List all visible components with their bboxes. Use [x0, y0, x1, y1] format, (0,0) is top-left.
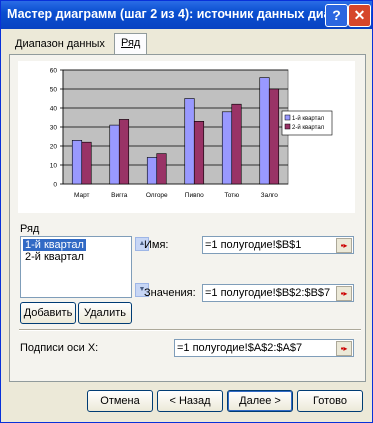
bar — [81, 141, 92, 185]
series-name-value: =1 полугодие!$B$1 — [205, 239, 302, 251]
chart-wizard-dialog: Мастер диаграмм (шаг 2 из 4): источник д… — [0, 0, 373, 423]
bar — [184, 98, 195, 185]
x-labels-value: =1 полугодие!$A$2:$A$7 — [177, 342, 303, 354]
range-select-icon[interactable]: ▪▸ — [336, 238, 352, 253]
bar — [268, 88, 280, 185]
range-select-icon[interactable]: ▪▸ — [336, 286, 352, 301]
series-name-field[interactable]: =1 полугодие!$B$1 ▪▸ — [202, 236, 354, 254]
legend — [281, 110, 333, 136]
x-tick-label: Вигга — [111, 192, 128, 199]
y-tick-label: 40 — [50, 106, 58, 113]
x-tick-label: Пивпо — [185, 192, 204, 199]
bar — [259, 77, 270, 185]
window-title: Мастер диаграмм (шаг 2 из 4): источник д… — [7, 7, 344, 21]
bar — [109, 124, 120, 185]
delete-series-button[interactable]: Удалить — [78, 302, 132, 324]
finish-button[interactable]: Готово — [297, 390, 363, 412]
bar — [231, 103, 242, 185]
next-button[interactable]: Далее > — [227, 390, 293, 412]
series-values-label: Значения: — [144, 287, 196, 299]
title-bar[interactable]: Мастер диаграмм (шаг 2 из 4): источник д… — [1, 1, 372, 29]
bar — [118, 119, 130, 185]
back-button[interactable]: < Назад — [157, 390, 223, 412]
y-tick-label: 30 — [50, 125, 58, 132]
series-group-label: Ряд — [20, 223, 40, 235]
bar — [156, 153, 167, 185]
y-tick-label: 10 — [50, 163, 58, 170]
x-tick-label: Олгоре — [146, 192, 168, 199]
y-tick-label: 60 — [50, 68, 58, 75]
y-tick-label: 20 — [50, 144, 58, 151]
series-values-value: =1 полугодие!$B$2:$B$7 — [205, 287, 331, 299]
x-tick-label: Залго — [261, 192, 279, 199]
x-labels-label: Подписи оси X: — [20, 342, 99, 354]
series-name-label: Имя: — [144, 239, 169, 251]
legend-label: 1-й квартал — [292, 115, 325, 122]
tab-data-range[interactable]: Диапазон данных — [9, 35, 111, 53]
legend-swatch — [284, 114, 291, 121]
tab-series-label: Ряд — [121, 37, 141, 49]
close-button[interactable]: ✕ — [348, 4, 371, 27]
y-tick-label: 50 — [50, 87, 58, 94]
bar — [193, 120, 205, 185]
series-values-field[interactable]: =1 полугодие!$B$2:$B$7 ▪▸ — [202, 284, 354, 302]
x-labels-field[interactable]: =1 полугодие!$A$2:$A$7 ▪▸ — [174, 339, 354, 357]
x-tick-label: Март — [74, 192, 90, 199]
tab-strip: Диапазон данных Ряд — [1, 33, 372, 55]
bar — [221, 111, 233, 185]
series-list-item[interactable]: 1-й квартал — [23, 239, 86, 251]
cancel-button[interactable]: Отмена — [87, 390, 153, 412]
help-button[interactable]: ? — [325, 4, 348, 27]
series-listbox[interactable]: 1-й квартал 2-й квартал ▲ ▼ — [20, 236, 149, 298]
legend-label: 2-й квартал — [292, 124, 325, 131]
separator — [19, 329, 361, 331]
x-tick-label: Тотю — [224, 192, 239, 199]
y-tick-label: 0 — [53, 182, 57, 189]
add-series-button[interactable]: Добавить — [20, 302, 76, 324]
bar — [146, 157, 158, 185]
chart-preview: 0 10 20 30 40 50 60 Март Вигга Олгоре Пивпо Тотю Зал… — [18, 61, 355, 213]
range-select-icon[interactable]: ▪▸ — [336, 341, 352, 356]
chart-svg: 0 10 20 30 40 50 60 Март Вигга Олгоре Пивпо Тотю Зал… — [50, 68, 333, 199]
legend-swatch — [284, 123, 291, 130]
series-list-item[interactable]: 2-й квартал — [23, 251, 86, 263]
tab-series[interactable]: Ряд — [114, 33, 148, 54]
bar — [71, 140, 83, 185]
